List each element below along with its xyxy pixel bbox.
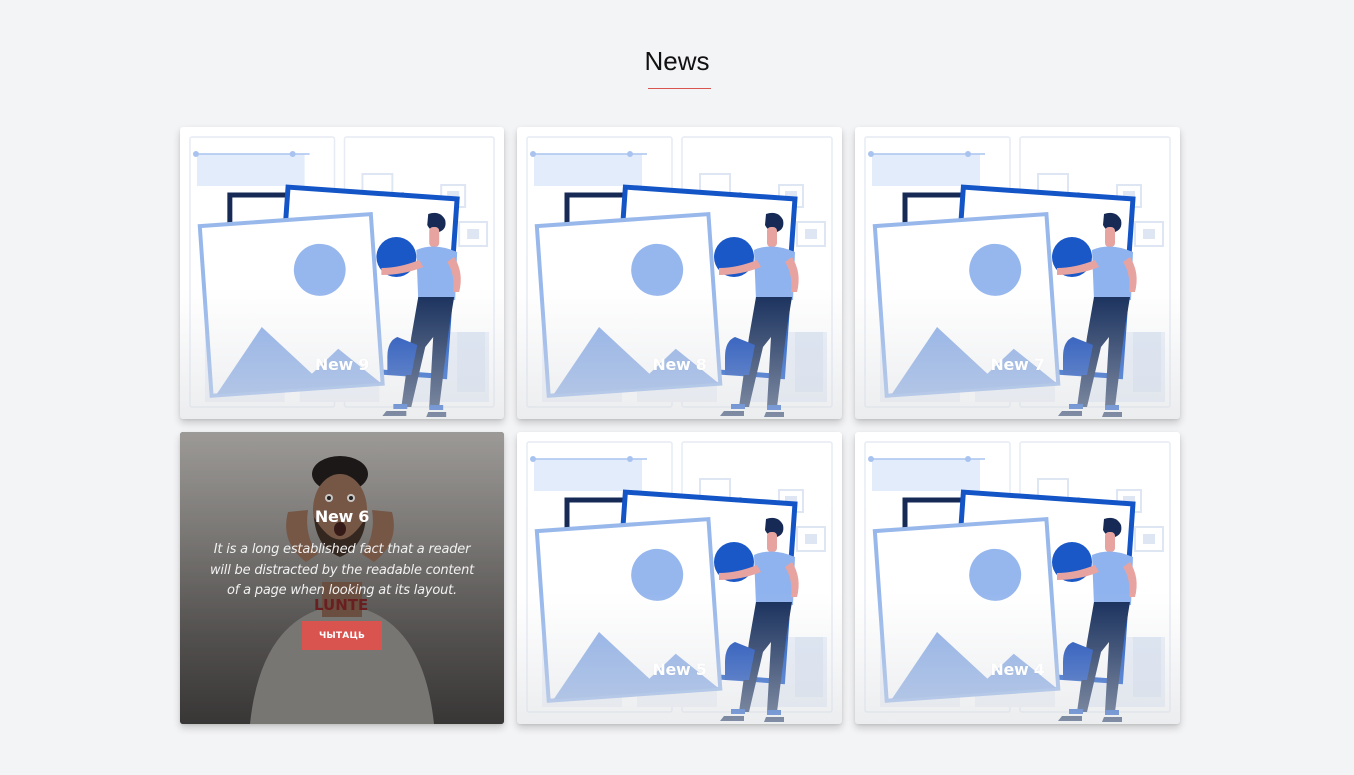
card-excerpt: It is a long established fact that a rea…: [209, 542, 475, 598]
news-card[interactable]: New 7: [855, 127, 1180, 419]
card-fade: [517, 432, 842, 724]
card-fade: [517, 127, 842, 419]
card-title: New 9: [314, 355, 370, 374]
title-underline: [648, 88, 711, 89]
card-fade: [180, 127, 504, 419]
card-title: New 8: [652, 355, 707, 374]
card-fade: [855, 127, 1180, 419]
card-title: New 6: [314, 507, 370, 526]
card-title: New 7: [990, 355, 1045, 374]
card-title: New 4: [990, 660, 1045, 679]
news-grid: New 9 New 8 New 7 LUNTE New 6 It is a lo…: [180, 127, 1180, 724]
news-card[interactable]: New 8: [517, 127, 842, 419]
news-card[interactable]: New 5: [517, 432, 842, 724]
read-button[interactable]: ЧЫТАЦЬ: [302, 621, 382, 650]
news-card[interactable]: New 4: [855, 432, 1180, 724]
section-title: News: [644, 46, 710, 76]
card-title: New 5: [652, 660, 707, 679]
card-fade: [855, 432, 1180, 724]
news-card[interactable]: New 9: [180, 127, 504, 419]
news-card-hovered[interactable]: LUNTE New 6 It is a long established fac…: [180, 432, 504, 724]
